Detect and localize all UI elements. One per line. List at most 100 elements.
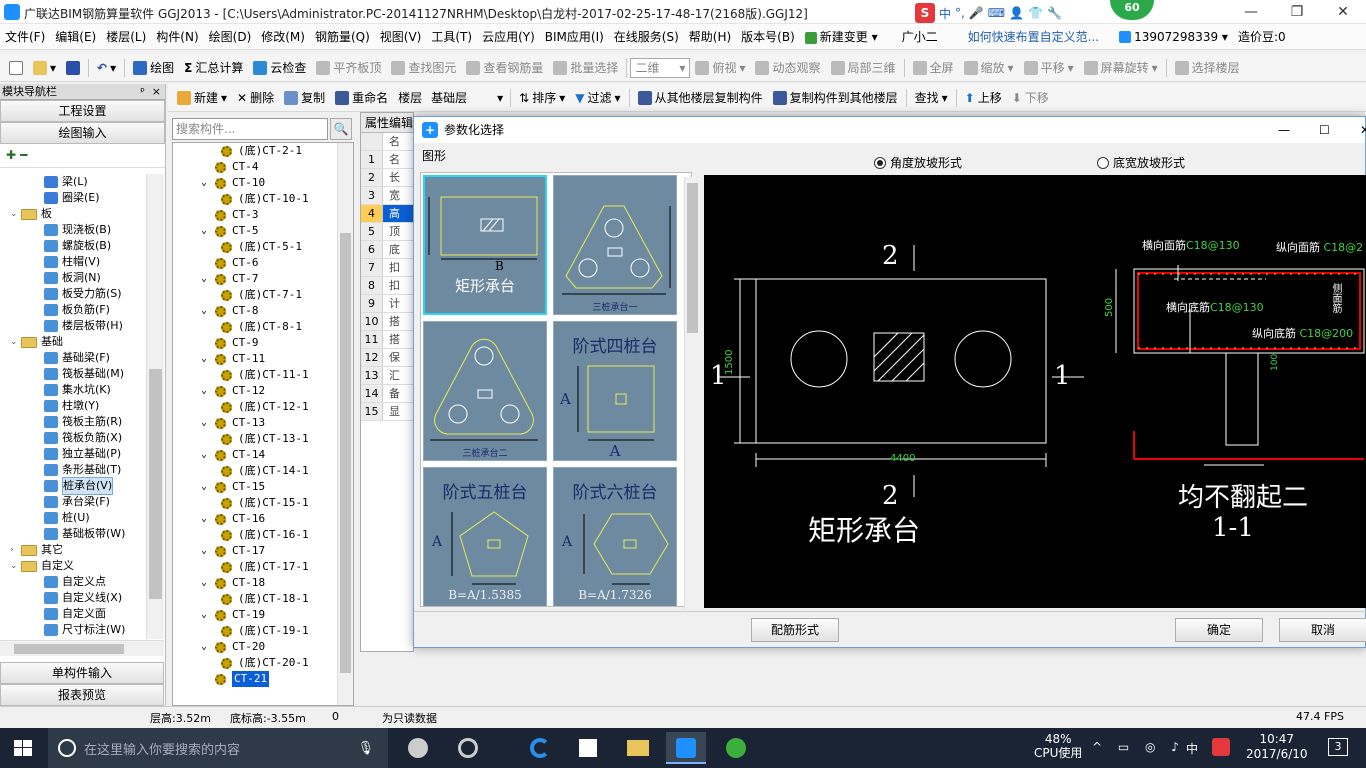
component-item[interactable]: (底)CT-12-1 xyxy=(173,399,353,415)
dialog-close-button[interactable]: ✕ xyxy=(1360,117,1366,143)
component-item[interactable]: (底)CT-16-1 xyxy=(173,527,353,543)
filter-button[interactable]: ▼ 过滤 ▾ xyxy=(570,87,625,109)
property-row[interactable]: 11 搭 xyxy=(361,331,413,349)
component-item[interactable]: (底)CT-17-1 xyxy=(173,559,353,575)
expand-chevron-icon[interactable]: ⌄ xyxy=(10,206,21,222)
expand-chevron-icon[interactable]: ⌄ xyxy=(201,511,215,527)
expand-chevron-icon[interactable]: ⌄ xyxy=(201,575,215,591)
component-item[interactable]: ⌄ CT-14 xyxy=(173,447,353,463)
property-row[interactable]: 15 显 xyxy=(361,403,413,421)
nav-folder[interactable]: › 其它 xyxy=(0,542,146,558)
component-item[interactable]: CT-21 xyxy=(173,671,353,687)
property-row[interactable]: 名 xyxy=(361,133,413,151)
nav-item[interactable]: 楼层板带(H) xyxy=(0,318,146,334)
draw-button[interactable]: 绘图 xyxy=(128,57,179,79)
component-item[interactable]: (底)CT-10-1 xyxy=(173,191,353,207)
rotate-button[interactable]: 屏幕旋转 ▾ xyxy=(1079,57,1163,79)
orbit-button[interactable]: 动态观察 xyxy=(750,57,825,79)
single-component-button[interactable]: 单构件输入 xyxy=(0,662,164,684)
component-item[interactable]: (底)CT-11-1 xyxy=(173,367,353,383)
ime-lang[interactable]: 中 xyxy=(939,5,951,22)
expand-chevron-icon[interactable]: › xyxy=(10,542,21,558)
nav-item[interactable]: 筏板负筋(X) xyxy=(0,430,146,446)
nav-item[interactable]: 板负筋(F) xyxy=(0,302,146,318)
new-file-button[interactable] xyxy=(4,57,28,79)
rename-button[interactable]: 重命名 xyxy=(330,87,393,109)
component-item[interactable]: CT-9 xyxy=(173,335,353,351)
keyboard-icon[interactable]: ⌨ xyxy=(988,6,1005,20)
component-item[interactable]: (底)CT-13-1 xyxy=(173,431,353,447)
nav-item[interactable]: 承台梁(F) xyxy=(0,494,146,510)
rebar-form-button[interactable]: 配筋形式 xyxy=(751,618,839,642)
component-item[interactable]: ⌄ CT-5 xyxy=(173,223,353,239)
minimize-button[interactable]: — xyxy=(1228,0,1274,24)
taskbar-search[interactable]: 在这里输入你要搜索的内容 🎙 xyxy=(48,728,388,768)
search-icon[interactable]: 🔍 xyxy=(330,118,352,140)
ok-button[interactable]: 确定 xyxy=(1175,618,1263,642)
view-rebar-button[interactable]: 查看钢筋量 xyxy=(461,57,548,79)
zoom-button[interactable]: 缩放 ▾ xyxy=(959,57,1019,79)
nav-item[interactable]: 筏板基础(M) xyxy=(0,366,146,382)
menu-new-change[interactable]: 新建变更 ▾ xyxy=(800,28,883,45)
nav-item[interactable]: 螺旋板(B) xyxy=(0,238,146,254)
menu-draw[interactable]: 绘图(D) xyxy=(204,28,257,45)
view-mode-select[interactable]: 二维 ▾ xyxy=(630,57,691,78)
expand-chevron-icon[interactable]: ⌄ xyxy=(201,383,215,399)
skin-icon[interactable]: 👕 xyxy=(1028,6,1043,20)
menu-file[interactable]: 文件(F) xyxy=(0,28,50,45)
user-account[interactable]: 13907298339 ▾ xyxy=(1114,30,1233,44)
notification-icon[interactable]: 3 xyxy=(1328,738,1348,756)
radio-angle-slope[interactable]: 角度放坡形式 xyxy=(874,154,962,171)
expand-chevron-icon[interactable]: ⌄ xyxy=(201,351,215,367)
radio-dot[interactable] xyxy=(874,156,886,169)
nav-item[interactable]: 独立基础(P) xyxy=(0,446,146,462)
project-settings-button[interactable]: 工程设置 xyxy=(0,100,165,122)
copy-button[interactable]: 复制 xyxy=(279,87,330,109)
nav-item[interactable]: 板洞(N) xyxy=(0,270,146,286)
nav-item[interactable]: 基础板带(W) xyxy=(0,526,146,542)
property-row[interactable]: 14 备 xyxy=(361,385,413,403)
component-item[interactable]: ⌄ CT-11 xyxy=(173,351,353,367)
new-component-button[interactable]: 新建 ▾ xyxy=(172,87,232,109)
nav-item[interactable]: 尺寸标注(W) xyxy=(0,622,146,638)
nav-hscrollbar[interactable] xyxy=(0,640,164,656)
menu-version[interactable]: 版本号(B) xyxy=(736,28,800,45)
close-button[interactable]: ✕ xyxy=(1320,0,1366,24)
component-item[interactable]: (底)CT-2-1 xyxy=(173,143,353,159)
collapse-all-icon[interactable]: ━ xyxy=(20,148,27,162)
report-preview-button[interactable]: 报表预览 xyxy=(0,684,164,706)
property-row[interactable]: 4高 xyxy=(361,205,413,223)
property-row[interactable]: 12 保 xyxy=(361,349,413,367)
menu-component[interactable]: 构件(N) xyxy=(151,28,203,45)
expand-chevron-icon[interactable]: ⌄ xyxy=(201,607,215,623)
update-icon[interactable] xyxy=(716,732,756,764)
floor-select[interactable]: 基础层 ▾ xyxy=(427,88,507,108)
nav-item[interactable]: 筏板主筋(R) xyxy=(0,414,146,430)
move-down-button[interactable]: ⬇ 下移 xyxy=(1007,87,1054,109)
component-item[interactable]: ⌄ CT-16 xyxy=(173,511,353,527)
speed-ball[interactable]: 60 xyxy=(1110,0,1154,20)
component-search-input[interactable]: 搜索构件... xyxy=(172,118,328,140)
nav-item[interactable]: 板受力筋(S) xyxy=(0,286,146,302)
component-item[interactable]: (底)CT-20-1 xyxy=(173,655,353,671)
nav-item[interactable]: 桩承台(V) xyxy=(0,477,146,495)
scroll-thumb[interactable] xyxy=(340,233,351,673)
help-link[interactable]: 如何快速布置自定义范... xyxy=(963,28,1104,45)
menu-edit[interactable]: 编辑(E) xyxy=(50,28,101,45)
ime-punct[interactable]: °, xyxy=(955,6,965,20)
property-row[interactable]: 10 搭 xyxy=(361,313,413,331)
task-view-icon[interactable] xyxy=(398,732,438,764)
component-item[interactable]: (底)CT-7-1 xyxy=(173,287,353,303)
expand-chevron-icon[interactable]: ⌄ xyxy=(201,415,215,431)
expand-chevron-icon[interactable]: ⌄ xyxy=(201,543,215,559)
property-row[interactable]: 6底 xyxy=(361,241,413,259)
component-item[interactable]: ⌄ CT-7 xyxy=(173,271,353,287)
fullscreen-button[interactable]: 全屏 xyxy=(908,57,959,79)
nav-item[interactable]: 桩(U) xyxy=(0,510,146,526)
property-row[interactable]: 8扣 xyxy=(361,277,413,295)
cpu-meter[interactable]: 48% CPU使用 xyxy=(1034,732,1082,760)
mic-icon[interactable]: 🎤 xyxy=(969,6,984,20)
delete-button[interactable]: ✕ 删除 xyxy=(232,87,279,109)
menu-online[interactable]: 在线服务(S) xyxy=(609,28,684,45)
nav-item[interactable]: 柱墩(Y) xyxy=(0,398,146,414)
